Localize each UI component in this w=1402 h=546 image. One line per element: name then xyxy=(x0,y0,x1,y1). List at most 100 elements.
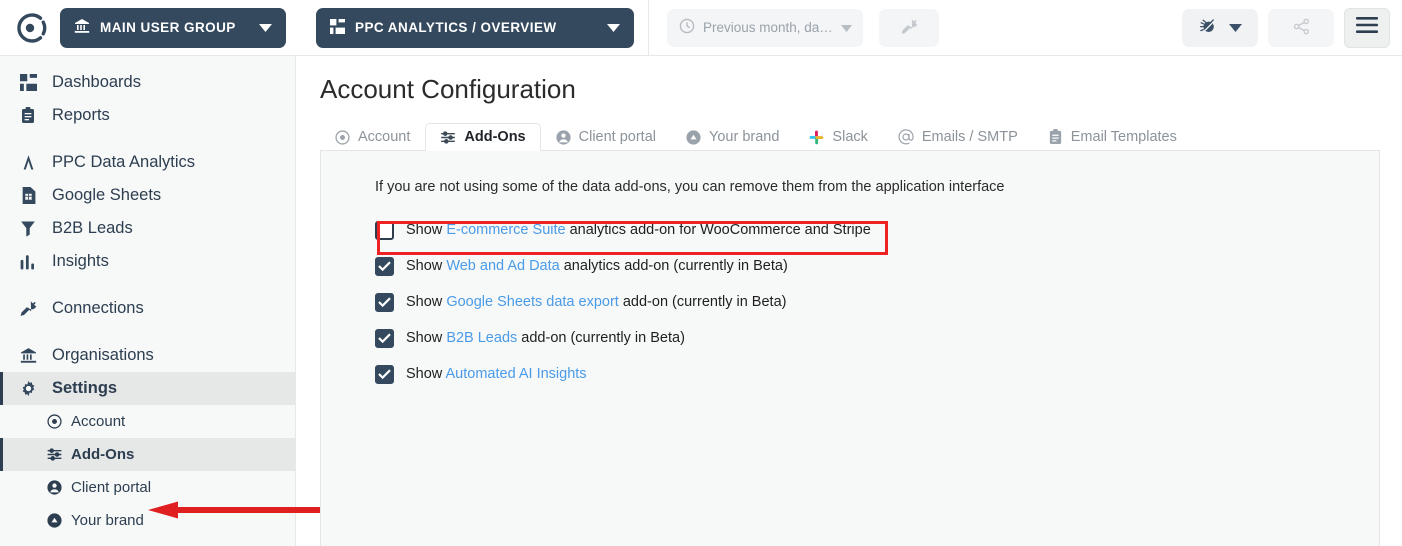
bank-icon xyxy=(74,18,90,37)
tab-account[interactable]: Account xyxy=(320,123,425,151)
checkbox-label-pre: Show xyxy=(406,294,447,310)
sidebar-item-client-portal[interactable]: Client portal xyxy=(0,471,295,504)
hamburger-icon xyxy=(1356,17,1378,38)
dashboard-selector[interactable]: PPC ANALYTICS / OVERVIEW xyxy=(316,7,634,48)
tab-label: Account xyxy=(358,129,411,145)
toolbar-divider xyxy=(648,0,649,56)
clock-icon xyxy=(679,18,695,37)
body-container: Dashboards Reports PPC Data Analytics Go… xyxy=(0,56,1402,546)
sidebar-subitem-label: Add-Ons xyxy=(71,446,135,463)
check-icon xyxy=(378,369,391,379)
checkbox-ecommerce-suite[interactable] xyxy=(375,220,394,240)
grid-icon xyxy=(330,18,345,37)
sidebar-item-label: Insights xyxy=(52,252,109,270)
checkbox-row-automated-ai-insights[interactable]: Show Automated AI Insights xyxy=(375,361,593,387)
checkbox-label-pre: Show xyxy=(406,258,447,274)
date-range-value: Previous month, da… xyxy=(703,20,833,35)
sidebar-item-google-sheets[interactable]: Google Sheets xyxy=(0,179,295,212)
sidebar-item-label: Reports xyxy=(52,106,110,124)
ppc-analytics-icon xyxy=(18,154,38,171)
checkbox-google-sheets-data-export[interactable] xyxy=(375,292,394,312)
check-icon xyxy=(378,297,391,307)
funnel-icon xyxy=(18,220,38,237)
plug-icon xyxy=(18,300,38,317)
main-content: Account Configuration Account Add-Ons Cl… xyxy=(296,56,1402,546)
brand-arrow-icon xyxy=(686,129,701,145)
add-ons-panel: If you are not using some of the data ad… xyxy=(320,150,1380,546)
checkbox-label-link[interactable]: Google Sheets data export xyxy=(446,294,619,310)
sidebar-item-insights[interactable]: Insights xyxy=(0,245,295,278)
sidebar-item-settings[interactable]: Settings xyxy=(0,372,295,405)
sidebar-item-organisations[interactable]: Organisations xyxy=(0,339,295,372)
bar-chart-icon xyxy=(18,254,38,270)
checkbox-row-web-and-ad-data[interactable]: Show Web and Ad Data analytics add-on (c… xyxy=(375,253,794,279)
sidebar-item-label: B2B Leads xyxy=(52,219,133,237)
sidebar-item-add-ons[interactable]: Add-Ons xyxy=(0,438,295,471)
checkbox-row-b2b-leads[interactable]: Show B2B Leads add-on (currently in Beta… xyxy=(375,325,691,351)
user-circle-icon xyxy=(46,480,62,495)
sidebar-subitem-label: Client portal xyxy=(71,479,152,496)
tab-slack[interactable]: Slack xyxy=(794,123,882,151)
app-logo[interactable] xyxy=(0,11,60,45)
alerts-button[interactable] xyxy=(1182,8,1258,47)
sidebar-item-ppc-data-analytics[interactable]: PPC Data Analytics xyxy=(0,146,295,179)
checkbox-label-post: analytics add-on for WooCommerce and Str… xyxy=(565,222,871,238)
tab-emails-smtp[interactable]: Emails / SMTP xyxy=(883,123,1033,151)
google-sheets-icon xyxy=(18,187,38,204)
user-circle-icon xyxy=(556,129,571,145)
tab-add-ons[interactable]: Add-Ons xyxy=(425,123,541,151)
date-range-picker[interactable]: Previous month, da… xyxy=(667,8,863,47)
sidebar-item-account[interactable]: Account xyxy=(0,405,295,438)
gear-icon xyxy=(18,380,38,397)
sidebar-item-connections[interactable]: Connections xyxy=(0,292,295,325)
app-logo-icon xyxy=(17,12,47,43)
checkbox-label-link[interactable]: B2B Leads xyxy=(446,330,517,346)
dashboard-selector-label: PPC ANALYTICS / OVERVIEW xyxy=(355,20,557,35)
sidebar: Dashboards Reports PPC Data Analytics Go… xyxy=(0,56,406,546)
account-circle-icon xyxy=(46,414,62,429)
sidebar-item-dashboards[interactable]: Dashboards xyxy=(0,66,295,99)
settings-tabs: Account Add-Ons Client portal Your brand… xyxy=(320,121,1380,151)
top-toolbar: MAIN USER GROUP PPC ANALYTICS / OVERVIEW xyxy=(0,0,1402,56)
chevron-down-icon xyxy=(597,20,620,35)
dashboards-icon xyxy=(18,74,38,91)
sidebar-item-label: Connections xyxy=(52,299,144,317)
checkbox-label: Show Google Sheets data export add-on (c… xyxy=(406,294,786,310)
checkbox-row-google-sheets-data-export[interactable]: Show Google Sheets data export add-on (c… xyxy=(375,289,792,315)
panel-intro-text: If you are not using some of the data ad… xyxy=(375,179,1005,195)
sliders-icon xyxy=(440,130,456,145)
checkbox-label-link[interactable]: E-commerce Suite xyxy=(446,222,565,238)
sidebar-item-label: Google Sheets xyxy=(52,186,162,204)
tab-your-brand[interactable]: Your brand xyxy=(671,123,794,151)
checkbox-row-ecommerce-suite[interactable]: Show E-commerce Suite analytics add-on f… xyxy=(375,217,877,243)
brand-arrow-icon xyxy=(46,513,62,528)
checkbox-label-pre: Show xyxy=(406,222,447,238)
tab-email-templates[interactable]: Email Templates xyxy=(1033,123,1192,151)
checkbox-label-link[interactable]: Web and Ad Data xyxy=(446,258,559,274)
checkbox-label-post: analytics add-on (currently in Beta) xyxy=(559,258,788,274)
sidebar-item-b2b-leads[interactable]: B2B Leads xyxy=(0,212,295,245)
group-selector[interactable]: MAIN USER GROUP xyxy=(60,7,286,48)
connections-button[interactable] xyxy=(879,8,939,47)
sidebar-item-label: Settings xyxy=(52,379,118,397)
main-menu-button[interactable] xyxy=(1344,7,1390,48)
checkbox-b2b-leads[interactable] xyxy=(375,328,394,348)
page-title: Account Configuration xyxy=(320,74,576,104)
tab-label: Client portal xyxy=(578,129,656,145)
sliders-icon xyxy=(46,447,62,462)
bug-icon xyxy=(1199,17,1217,38)
reports-icon xyxy=(18,107,38,124)
group-selector-label: MAIN USER GROUP xyxy=(100,20,236,35)
checkbox-web-and-ad-data[interactable] xyxy=(375,256,394,276)
tab-client-portal[interactable]: Client portal xyxy=(541,123,671,151)
sidebar-item-label: PPC Data Analytics xyxy=(52,153,196,171)
checkbox-label-link[interactable]: Automated AI Insights xyxy=(446,366,587,382)
sidebar-subitem-label: Your brand xyxy=(71,512,144,529)
account-circle-icon xyxy=(335,129,350,145)
share-button[interactable] xyxy=(1268,8,1334,47)
checkbox-automated-ai-insights[interactable] xyxy=(375,364,394,384)
sidebar-item-reports[interactable]: Reports xyxy=(0,99,295,132)
tab-label: Your brand xyxy=(709,129,780,145)
sidebar-item-slack-connection[interactable]: Slack connection xyxy=(0,537,295,546)
